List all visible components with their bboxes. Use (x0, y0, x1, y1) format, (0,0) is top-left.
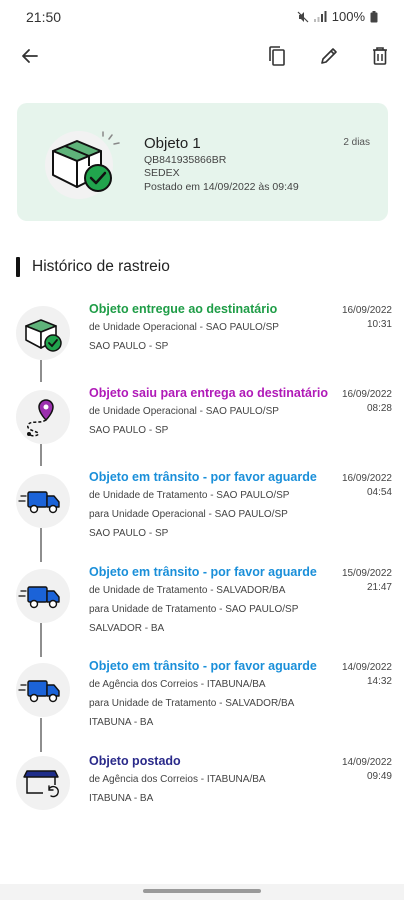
timeline-connector (40, 718, 42, 752)
timeline-connector (40, 528, 42, 562)
event-time: 14:32 (366, 676, 392, 687)
history-event[interactable]: Objeto em trânsito - por favor aguarde d… (0, 659, 404, 728)
location-route-icon (16, 390, 70, 444)
package-card[interactable]: Objeto 1 QB841935866BR SEDEX Postado em … (17, 103, 388, 221)
event-date: 16/09/2022 (341, 389, 392, 400)
event-title[interactable]: Objeto entregue ao destinatário (89, 302, 277, 316)
event-detail: de Agência dos Correios - ITABUNA/BA (89, 679, 266, 690)
tracking-code: QB841935866BR (144, 154, 227, 166)
history-event[interactable]: Objeto saiu para entrega ao destinatário… (0, 386, 404, 446)
pencil-icon (319, 46, 339, 71)
event-date: 16/09/2022 (341, 305, 392, 316)
event-detail: para Unidade de Tratamento - SAO PAULO/S… (89, 604, 299, 615)
event-detail: SAO PAULO - SP (89, 528, 169, 539)
delivery-truck-icon (16, 474, 70, 528)
heading-accent-bar (16, 257, 20, 277)
toolbar (0, 36, 404, 80)
history-event[interactable]: Objeto postado de Agência dos Correios -… (0, 754, 404, 814)
delivery-truck-icon (16, 663, 70, 717)
event-detail: de Unidade de Tratamento - SAO PAULO/SP (89, 490, 290, 501)
event-detail: de Agência dos Correios - ITABUNA/BA (89, 774, 266, 785)
event-datetime: 14/09/2022 14:32 (312, 661, 392, 689)
battery-icon (370, 10, 378, 23)
arrow-left-icon (20, 46, 40, 71)
service-type: SEDEX (144, 167, 180, 179)
event-datetime: 16/09/2022 10:31 (312, 304, 392, 332)
history-heading: Histórico de rastreio (16, 256, 170, 278)
event-time: 21:47 (366, 582, 392, 593)
event-title[interactable]: Objeto em trânsito - por favor aguarde (89, 565, 317, 579)
event-time: 10:31 (366, 319, 392, 330)
box-delivered-icon (16, 306, 70, 360)
event-detail: ITABUNA - BA (89, 717, 154, 728)
event-time: 04:54 (366, 487, 392, 498)
event-time: 08:28 (366, 403, 392, 414)
event-date: 14/09/2022 (341, 757, 392, 768)
home-indicator[interactable] (143, 889, 261, 893)
delivery-truck-icon (16, 569, 70, 623)
history-event[interactable]: Objeto entregue ao destinatário de Unida… (0, 302, 404, 362)
timeline-connector (40, 623, 42, 657)
copy-button[interactable] (263, 44, 291, 72)
event-detail: de Unidade de Tratamento - SALVADOR/BA (89, 585, 286, 596)
history-event[interactable]: Objeto em trânsito - por favor aguarde d… (0, 470, 404, 539)
days-elapsed: 2 dias (343, 137, 370, 148)
event-title[interactable]: Objeto em trânsito - por favor aguarde (89, 659, 317, 673)
history-title: Histórico de rastreio (32, 258, 170, 275)
event-detail: para Unidade de Tratamento - SALVADOR/BA (89, 698, 295, 709)
event-detail: SAO PAULO - SP (89, 425, 169, 436)
event-title[interactable]: Objeto em trânsito - por favor aguarde (89, 470, 317, 484)
status-bar: 21:50 100% (0, 0, 404, 34)
event-date: 14/09/2022 (341, 662, 392, 673)
post-office-icon (16, 756, 70, 810)
event-datetime: 15/09/2022 21:47 (312, 567, 392, 595)
event-detail: ITABUNA - BA (89, 793, 154, 804)
event-title[interactable]: Objeto saiu para entrega ao destinatário (89, 386, 328, 400)
box-delivered-icon (43, 125, 125, 201)
event-time: 09:49 (366, 771, 392, 782)
copy-icon (267, 45, 287, 72)
event-detail: de Unidade Operacional - SAO PAULO/SP (89, 406, 279, 417)
package-title: Objeto 1 (144, 135, 201, 152)
event-datetime: 14/09/2022 09:49 (312, 756, 392, 784)
trash-icon (371, 46, 389, 71)
back-button[interactable] (16, 44, 44, 72)
event-detail: de Unidade Operacional - SAO PAULO/SP (89, 322, 279, 333)
delete-button[interactable] (366, 44, 394, 72)
posted-date: Postado em 14/09/2022 às 09:49 (144, 181, 299, 193)
status-time: 21:50 (26, 9, 62, 25)
event-datetime: 16/09/2022 04:54 (312, 472, 392, 500)
event-datetime: 16/09/2022 08:28 (312, 388, 392, 416)
signal-icon (313, 11, 327, 22)
timeline-connector (40, 444, 42, 466)
mute-icon (297, 11, 309, 23)
timeline-connector (40, 360, 42, 382)
event-detail: para Unidade Operacional - SAO PAULO/SP (89, 509, 288, 520)
event-title[interactable]: Objeto postado (89, 754, 181, 768)
edit-button[interactable] (315, 44, 343, 72)
event-date: 16/09/2022 (341, 473, 392, 484)
event-date: 15/09/2022 (341, 568, 392, 579)
battery-level: 100% (331, 9, 365, 24)
history-event[interactable]: Objeto em trânsito - por favor aguarde d… (0, 565, 404, 634)
status-icons: 100% (297, 9, 378, 24)
event-detail: SALVADOR - BA (89, 623, 165, 634)
event-detail: SAO PAULO - SP (89, 341, 169, 352)
